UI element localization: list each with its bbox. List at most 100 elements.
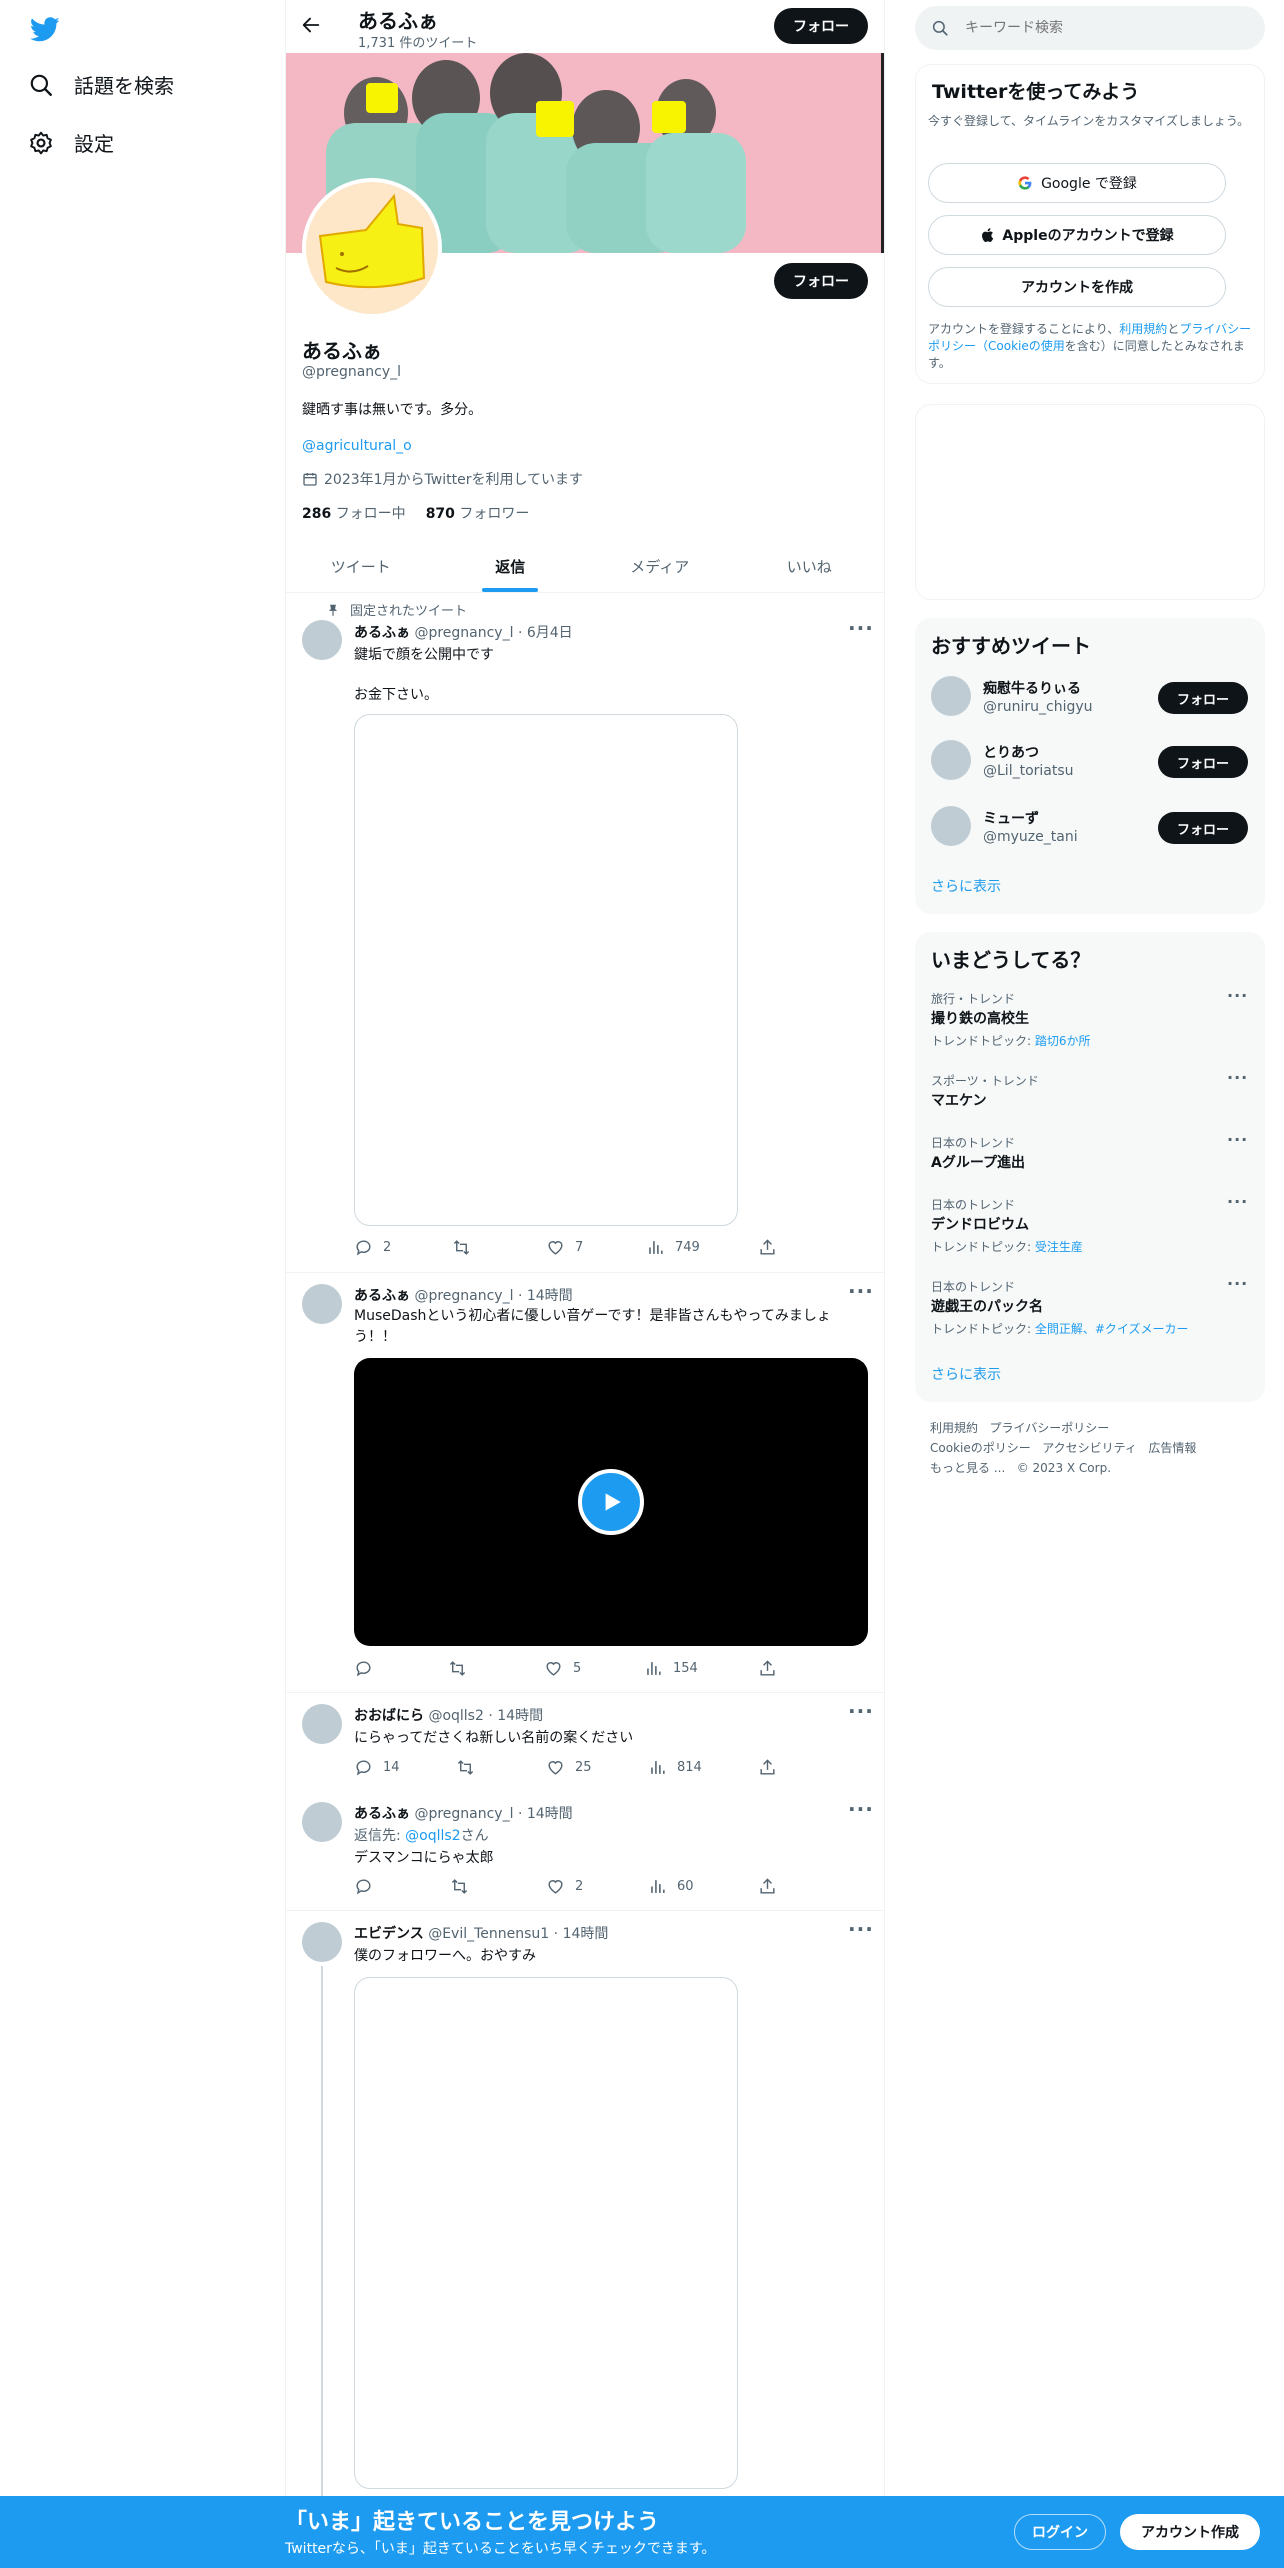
- login-button[interactable]: ログイン: [1014, 2514, 1106, 2550]
- recommend-follow-button[interactable]: フォロー: [1158, 682, 1248, 714]
- more-options-icon[interactable]: ···: [848, 1797, 874, 1821]
- apple-signup-button[interactable]: Appleのアカウントで登録: [928, 215, 1226, 255]
- footer-link[interactable]: Cookieのポリシー: [930, 1441, 1031, 1455]
- avatar[interactable]: [931, 740, 971, 780]
- avatar[interactable]: [302, 1922, 342, 1962]
- avatar[interactable]: [302, 620, 342, 660]
- tab-tweets[interactable]: ツイート: [286, 540, 436, 592]
- nav-item-settings[interactable]: 設定: [28, 128, 114, 157]
- recommend-follow-button[interactable]: フォロー: [1158, 812, 1248, 844]
- retweet-action[interactable]: [452, 1238, 481, 1257]
- recommend-follow-button[interactable]: フォロー: [1158, 746, 1248, 778]
- trend-name: Aグループ進出: [931, 1155, 1025, 1171]
- more-options-icon[interactable]: ···: [848, 1279, 874, 1303]
- header-tweet-count: 1,731 件のツイート: [358, 36, 478, 51]
- avatar[interactable]: [931, 806, 971, 846]
- tweet-author[interactable]: あるふぁ: [354, 625, 410, 641]
- more-options-icon[interactable]: ···: [1227, 1192, 1248, 1211]
- reply-action[interactable]: 2: [354, 1238, 391, 1257]
- back-arrow-icon[interactable]: [300, 14, 322, 40]
- avatar[interactable]: [302, 1704, 342, 1744]
- footer-link[interactable]: 利用規約: [930, 1421, 978, 1435]
- views-action[interactable]: 154: [644, 1659, 698, 1678]
- like-action[interactable]: 7: [546, 1238, 583, 1257]
- reply-action[interactable]: [354, 1659, 383, 1678]
- nav-item-explore[interactable]: 話題を検索: [28, 70, 174, 99]
- profile-link[interactable]: @agricultural_o: [302, 438, 412, 454]
- reply-to-handle[interactable]: @oqlls2: [405, 1828, 460, 1844]
- google-signup-button[interactable]: Google で登録: [928, 163, 1226, 203]
- avatar[interactable]: [302, 1284, 342, 1324]
- like-action[interactable]: 2: [546, 1877, 583, 1896]
- more-options-icon[interactable]: ···: [848, 1917, 874, 1941]
- tweet-author[interactable]: エビデンス: [354, 1926, 424, 1942]
- retweet-action[interactable]: [456, 1758, 485, 1777]
- tab-likes[interactable]: いいね: [735, 540, 885, 592]
- bottom-bar-title: 「いま」起きていることを見つけよう: [285, 2510, 660, 2535]
- tweet-time[interactable]: 14時間: [527, 1288, 573, 1304]
- trends-show-more[interactable]: さらに表示: [931, 1364, 1001, 1384]
- header-follow-button[interactable]: フォロー: [774, 8, 868, 44]
- create-account-button[interactable]: アカウントを作成: [928, 267, 1226, 307]
- share-action[interactable]: [758, 1238, 777, 1257]
- tweet-video[interactable]: [354, 1358, 868, 1646]
- tab-replies[interactable]: 返信: [436, 540, 586, 592]
- tweet-handle[interactable]: @pregnancy_l: [414, 625, 513, 641]
- tweet-time[interactable]: 14時間: [563, 1926, 609, 1942]
- tweet-handle[interactable]: @pregnancy_l: [414, 1288, 513, 1304]
- like-count: 7: [575, 1240, 584, 1255]
- more-options-icon[interactable]: ···: [848, 616, 874, 640]
- tweet-author[interactable]: おおばにら: [354, 1708, 424, 1724]
- tweet-time[interactable]: 6月4日: [527, 625, 573, 641]
- tab-media[interactable]: メディア: [585, 540, 735, 592]
- like-action[interactable]: 25: [546, 1758, 592, 1777]
- retweet-action[interactable]: [448, 1659, 477, 1678]
- tweet-author[interactable]: あるふぁ: [354, 1288, 410, 1304]
- twitter-bird-icon[interactable]: [28, 14, 62, 44]
- more-options-icon[interactable]: ···: [1227, 1068, 1248, 1087]
- signup-bottom-button[interactable]: アカウント作成: [1120, 2514, 1260, 2550]
- signup-legal: アカウントを登録することにより、利用規約とプライバシーポリシー（Cookieの使…: [928, 322, 1252, 370]
- play-button-icon[interactable]: [578, 1469, 644, 1535]
- followers-stat[interactable]: 870 フォロワー: [426, 503, 530, 523]
- tweet-image[interactable]: [354, 714, 738, 1226]
- like-action[interactable]: 5: [544, 1659, 581, 1678]
- footer-link[interactable]: アクセシビリティ: [1042, 1441, 1137, 1455]
- recommend-show-more[interactable]: さらに表示: [931, 876, 1001, 896]
- more-options-icon[interactable]: ···: [1227, 1274, 1248, 1293]
- terms-link[interactable]: 利用規約: [1119, 322, 1167, 336]
- footer-link[interactable]: 広告情報: [1148, 1441, 1196, 1455]
- following-stat[interactable]: 286 フォロー中: [302, 503, 406, 523]
- empty-widget: [915, 404, 1265, 600]
- tweet-text: 僕のフォロワーへ。おやすみ: [354, 1948, 536, 1964]
- tweet-image[interactable]: [354, 1977, 738, 2489]
- tweet-time[interactable]: 14時間: [497, 1708, 543, 1724]
- tweet-handle[interactable]: @Evil_Tennensu1: [428, 1926, 549, 1942]
- avatar[interactable]: [931, 676, 971, 716]
- trend-topic: トレンドトピック: 踏切6か所: [931, 1034, 1091, 1048]
- views-action[interactable]: 814: [648, 1758, 702, 1777]
- share-action[interactable]: [758, 1758, 777, 1777]
- tweet-author[interactable]: あるふぁ: [354, 1806, 410, 1822]
- avatar[interactable]: [302, 1802, 342, 1842]
- footer-link[interactable]: プライバシーポリシー: [989, 1421, 1109, 1435]
- tweet-handle[interactable]: @pregnancy_l: [414, 1806, 513, 1822]
- search-input[interactable]: [965, 20, 1225, 36]
- profile-follow-button[interactable]: フォロー: [774, 263, 868, 299]
- more-options-icon[interactable]: ···: [1227, 986, 1248, 1005]
- retweet-action[interactable]: [450, 1877, 479, 1896]
- profile-avatar[interactable]: [302, 178, 442, 318]
- tweet-handle[interactable]: @oqlls2: [428, 1708, 483, 1724]
- more-options-icon[interactable]: ···: [1227, 1130, 1248, 1149]
- reply-action[interactable]: [354, 1877, 383, 1896]
- tweet-time[interactable]: 14時間: [527, 1806, 573, 1822]
- views-action[interactable]: 749: [646, 1238, 700, 1257]
- share-action[interactable]: [758, 1877, 777, 1896]
- footer-link[interactable]: もっと見る ...: [930, 1461, 1005, 1475]
- reply-action[interactable]: 14: [354, 1758, 400, 1777]
- share-action[interactable]: [758, 1659, 777, 1678]
- views-action[interactable]: 60: [648, 1877, 694, 1896]
- trends-card: いまどうしてる？ 旅行・トレンド 撮り鉄の高校生 トレンドトピック: 踏切6か所…: [915, 932, 1265, 1402]
- more-options-icon[interactable]: ···: [848, 1699, 874, 1723]
- search-box[interactable]: [915, 6, 1265, 50]
